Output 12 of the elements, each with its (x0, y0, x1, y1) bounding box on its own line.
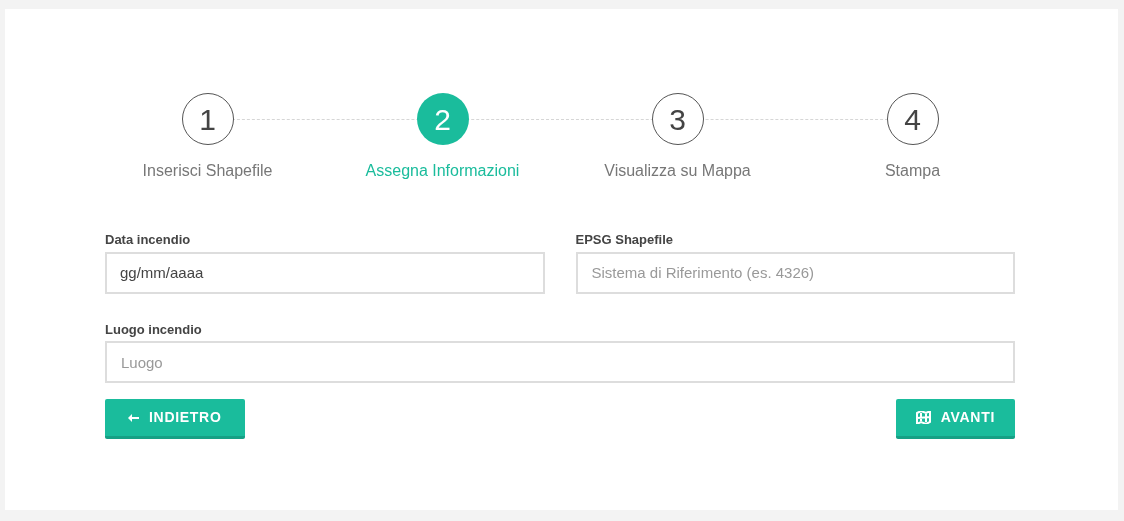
step-label: Stampa (884, 161, 941, 181)
field-label: Luogo incendio (105, 320, 203, 339)
input-field[interactable]: Sistema di Riferimento (es. 4326) (575, 251, 1015, 294)
step-label: Visualizza su Mappa (604, 161, 751, 181)
step-label: Assegna Informazioni (365, 161, 520, 181)
input-field[interactable]: Luogo (105, 341, 1015, 383)
left-arrow-icon (128, 413, 139, 422)
field-label: EPSG Shapefile (575, 231, 675, 249)
step-label: Inserisci Shapefile (142, 161, 273, 181)
map-icon (915, 411, 931, 424)
input-field[interactable]: gg/mm/aaaa (105, 251, 545, 294)
field-label: Data incendio (105, 231, 192, 249)
